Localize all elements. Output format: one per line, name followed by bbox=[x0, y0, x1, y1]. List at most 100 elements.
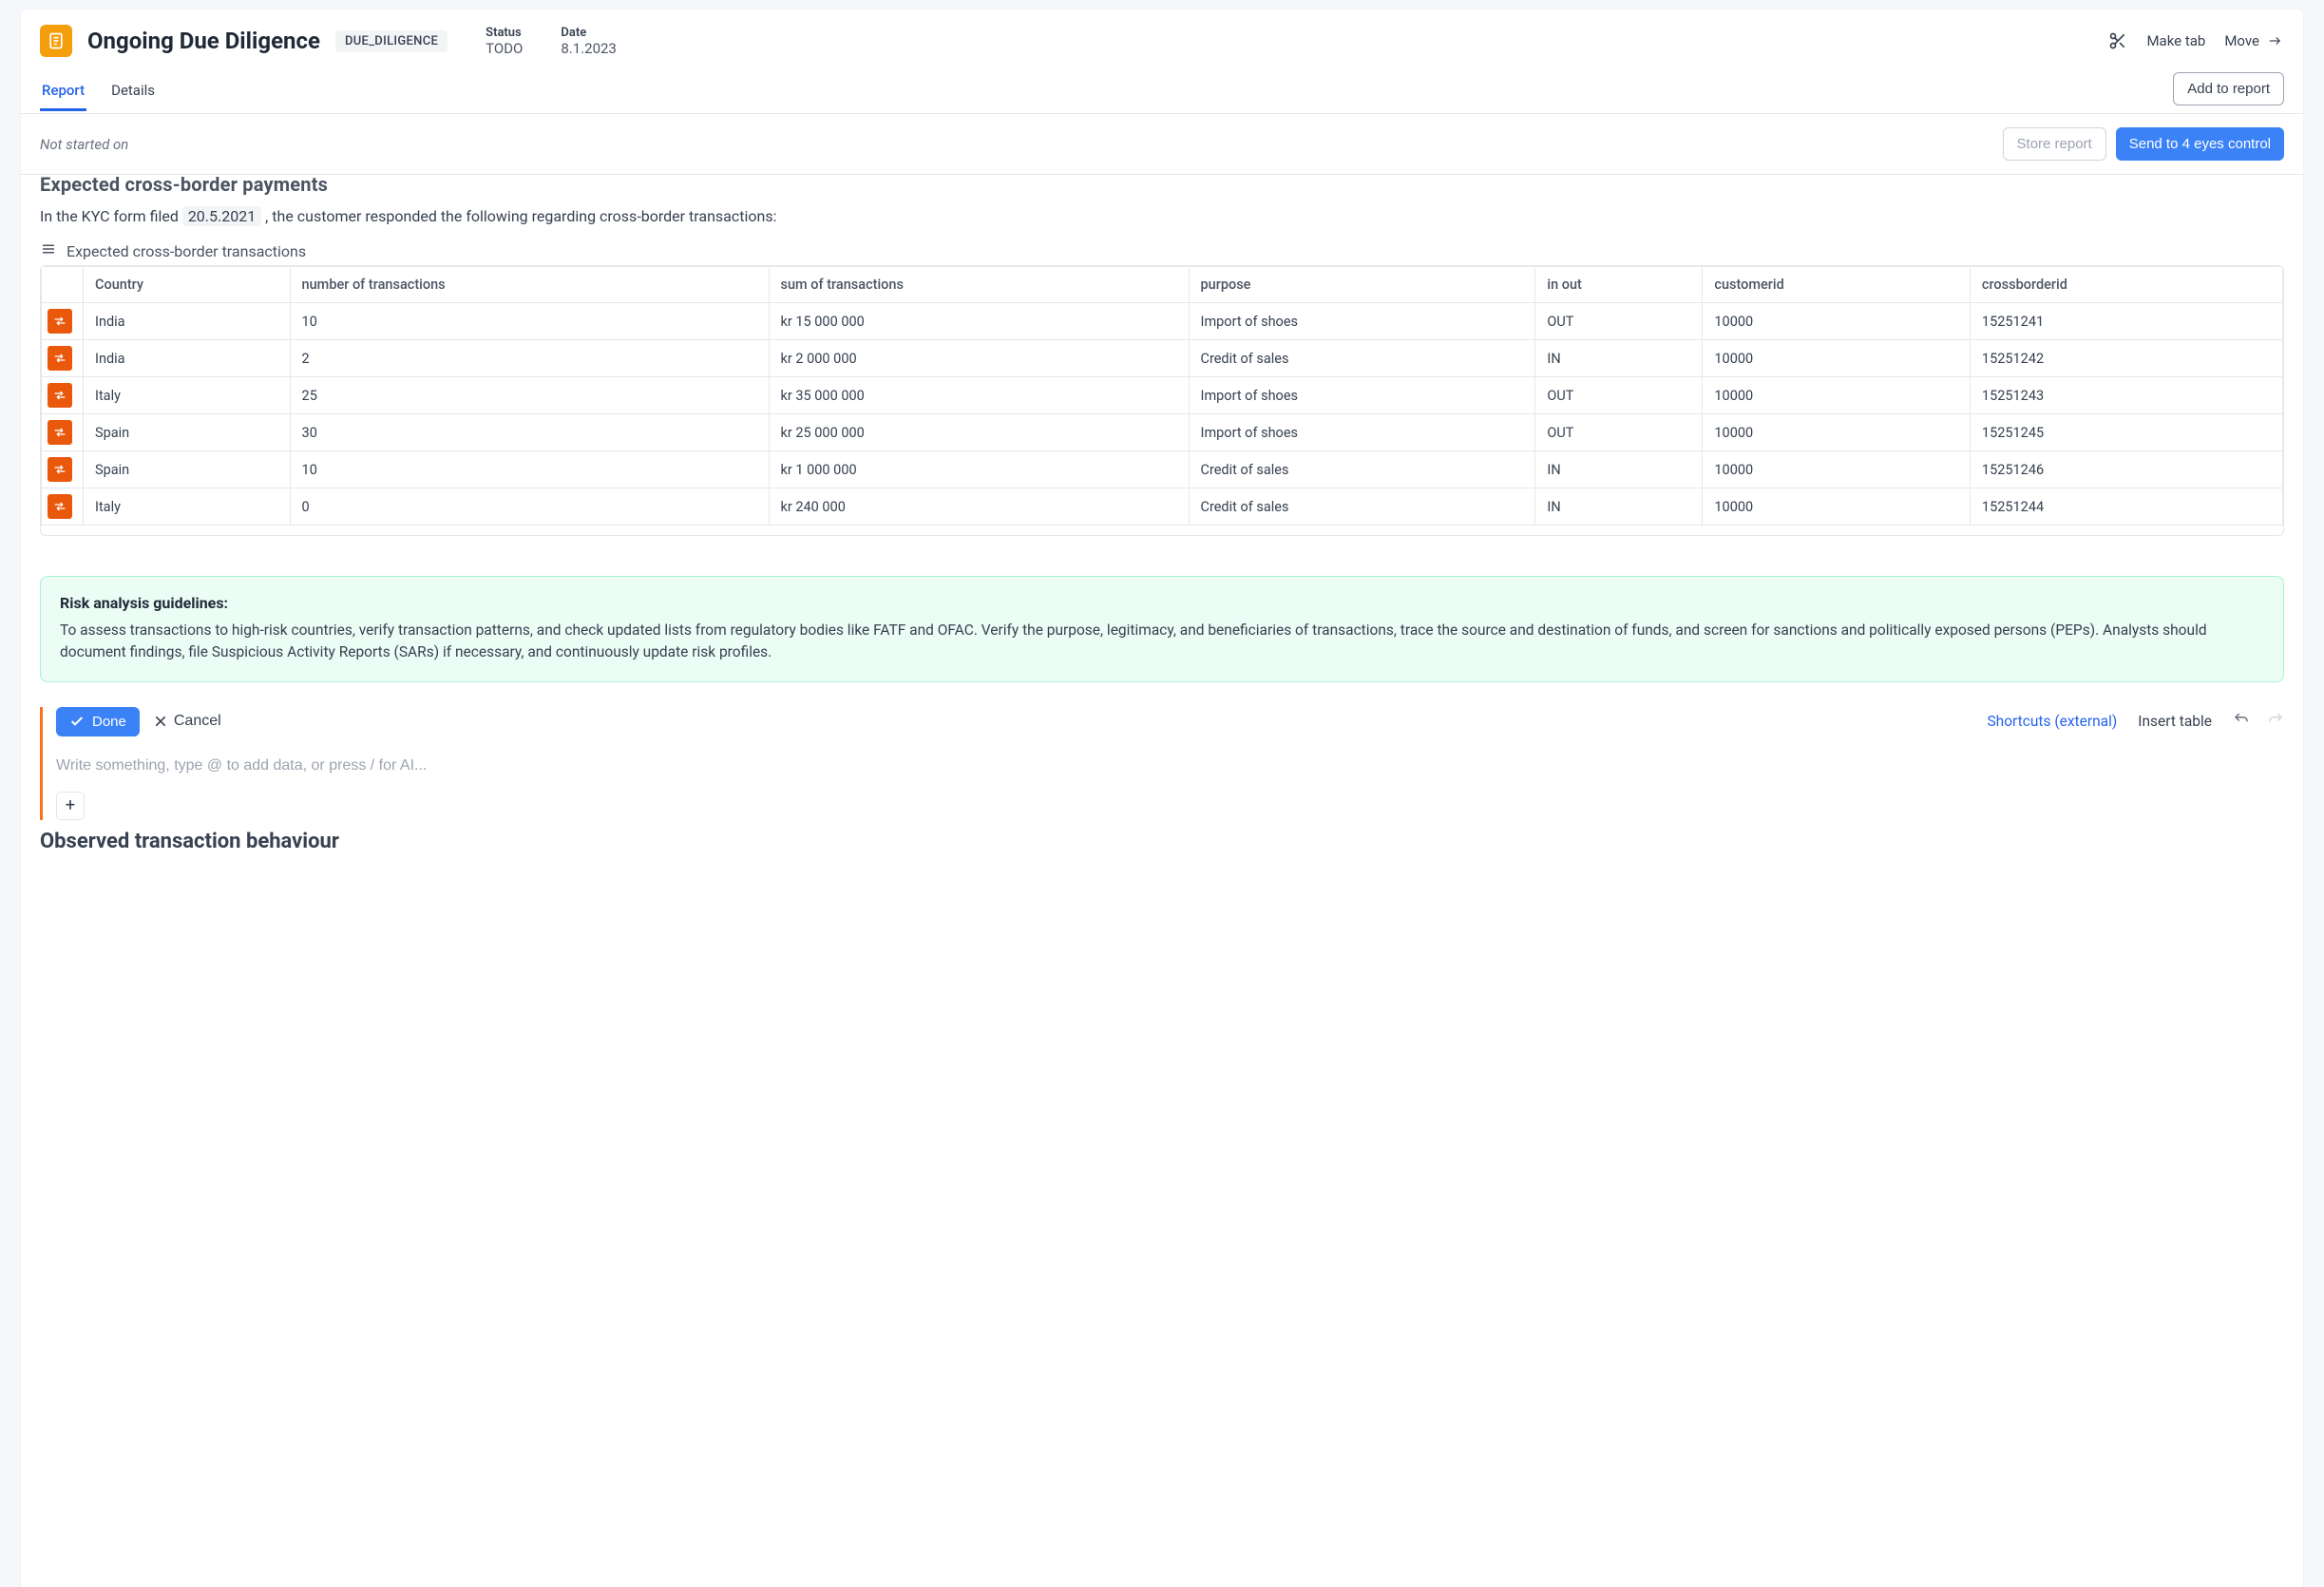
insert-table-button[interactable]: Insert table bbox=[2138, 713, 2212, 730]
cell-inout: IN bbox=[1535, 340, 1703, 377]
row-icon-cell bbox=[42, 340, 84, 377]
send-to-4-eyes-button[interactable]: Send to 4 eyes control bbox=[2116, 127, 2284, 161]
tab-report[interactable]: Report bbox=[40, 74, 86, 111]
status-label: Status bbox=[486, 26, 523, 40]
cell-num: 2 bbox=[290, 340, 769, 377]
row-icon-cell bbox=[42, 377, 84, 414]
table-row: Italy0kr 240 000Credit of salesIN1000015… bbox=[42, 488, 2283, 526]
cell-customerid: 10000 bbox=[1703, 340, 1971, 377]
row-icon-cell bbox=[42, 451, 84, 488]
cross-border-table: Country number of transactions sum of tr… bbox=[40, 265, 2284, 536]
th-crossborderid: crossborderid bbox=[1970, 267, 2282, 303]
date-label: Date bbox=[561, 26, 617, 40]
table-handle-icon[interactable] bbox=[40, 240, 57, 261]
cell-purpose: Credit of sales bbox=[1189, 340, 1535, 377]
cell-sum: kr 25 000 000 bbox=[769, 414, 1189, 451]
transfer-icon bbox=[48, 494, 72, 519]
cell-inout: IN bbox=[1535, 488, 1703, 526]
th-country: Country bbox=[84, 267, 291, 303]
table-row: Spain30kr 25 000 000Import of shoesOUT10… bbox=[42, 414, 2283, 451]
cell-inout: IN bbox=[1535, 451, 1703, 488]
row-icon-cell bbox=[42, 488, 84, 526]
editor-block: Done Cancel Shortcuts (external) Insert … bbox=[40, 707, 2284, 820]
th-in-out: in out bbox=[1535, 267, 1703, 303]
move-button[interactable]: Move bbox=[2224, 32, 2284, 49]
cell-crossborderid: 15251243 bbox=[1970, 377, 2282, 414]
cell-purpose: Import of shoes bbox=[1189, 377, 1535, 414]
guidelines-body: To assess transactions to high-risk coun… bbox=[60, 620, 2264, 664]
kyc-date-chip: 20.5.2021 bbox=[182, 206, 261, 226]
cell-sum: kr 1 000 000 bbox=[769, 451, 1189, 488]
date-value: 8.1.2023 bbox=[561, 40, 617, 57]
store-report-button[interactable]: Store report bbox=[2003, 127, 2106, 161]
cell-crossborderid: 15251242 bbox=[1970, 340, 2282, 377]
risk-guidelines-box: Risk analysis guidelines: To assess tran… bbox=[40, 576, 2284, 682]
section-heading-cross-border: Expected cross-border payments bbox=[40, 173, 2284, 196]
add-block-button[interactable]: + bbox=[56, 792, 85, 820]
transfer-icon bbox=[48, 420, 72, 445]
cell-inout: OUT bbox=[1535, 303, 1703, 340]
transfer-icon bbox=[48, 457, 72, 482]
cell-num: 10 bbox=[290, 451, 769, 488]
cell-inout: OUT bbox=[1535, 414, 1703, 451]
cell-country: Spain bbox=[84, 414, 291, 451]
table-caption: Expected cross-border transactions bbox=[67, 242, 306, 260]
th-purpose: purpose bbox=[1189, 267, 1535, 303]
cell-customerid: 10000 bbox=[1703, 303, 1971, 340]
th-customerid: customerid bbox=[1703, 267, 1971, 303]
cell-customerid: 10000 bbox=[1703, 451, 1971, 488]
cell-sum: kr 240 000 bbox=[769, 488, 1189, 526]
make-tab-button[interactable]: Make tab bbox=[2146, 32, 2205, 49]
table-row: Spain10kr 1 000 000Credit of salesIN1000… bbox=[42, 451, 2283, 488]
undo-icon[interactable] bbox=[2233, 711, 2250, 732]
cell-sum: kr 35 000 000 bbox=[769, 377, 1189, 414]
table-row: India10kr 15 000 000Import of shoesOUT10… bbox=[42, 303, 2283, 340]
cell-country: India bbox=[84, 303, 291, 340]
cell-country: Spain bbox=[84, 451, 291, 488]
cell-num: 0 bbox=[290, 488, 769, 526]
cell-sum: kr 15 000 000 bbox=[769, 303, 1189, 340]
document-icon bbox=[40, 25, 72, 57]
cell-purpose: Import of shoes bbox=[1189, 414, 1535, 451]
cell-crossborderid: 15251246 bbox=[1970, 451, 2282, 488]
row-icon-cell bbox=[42, 303, 84, 340]
not-started-text: Not started on bbox=[40, 136, 128, 153]
kyc-suffix: , the customer responded the following r… bbox=[261, 207, 776, 225]
cell-customerid: 10000 bbox=[1703, 377, 1971, 414]
kyc-intro-text: In the KYC form filed 20.5.2021 , the cu… bbox=[40, 207, 2284, 225]
done-label: Done bbox=[92, 714, 126, 730]
page-title: Ongoing Due Diligence bbox=[87, 28, 320, 54]
cell-crossborderid: 15251245 bbox=[1970, 414, 2282, 451]
cell-num: 30 bbox=[290, 414, 769, 451]
cancel-label: Cancel bbox=[174, 713, 221, 730]
type-tag: DUE_DILIGENCE bbox=[335, 30, 448, 52]
cancel-button[interactable]: Cancel bbox=[153, 713, 221, 730]
cell-purpose: Import of shoes bbox=[1189, 303, 1535, 340]
cell-country: Italy bbox=[84, 377, 291, 414]
cell-customerid: 10000 bbox=[1703, 488, 1971, 526]
cell-sum: kr 2 000 000 bbox=[769, 340, 1189, 377]
move-label: Move bbox=[2224, 32, 2259, 49]
cell-inout: OUT bbox=[1535, 377, 1703, 414]
redo-icon[interactable] bbox=[2267, 711, 2284, 732]
cell-num: 10 bbox=[290, 303, 769, 340]
row-icon-cell bbox=[42, 414, 84, 451]
cell-num: 25 bbox=[290, 377, 769, 414]
editor-input[interactable] bbox=[56, 757, 2284, 774]
th-num-transactions: number of transactions bbox=[290, 267, 769, 303]
table-corner bbox=[42, 267, 84, 303]
table-row: Italy25kr 35 000 000Import of shoesOUT10… bbox=[42, 377, 2283, 414]
transfer-icon bbox=[48, 346, 72, 371]
status-value: TODO bbox=[486, 40, 523, 57]
scissors-icon[interactable] bbox=[2108, 31, 2127, 50]
guidelines-title: Risk analysis guidelines: bbox=[60, 594, 2264, 612]
shortcuts-link[interactable]: Shortcuts (external) bbox=[1987, 713, 2117, 730]
add-to-report-button[interactable]: Add to report bbox=[2173, 72, 2284, 105]
table-row: India2kr 2 000 000Credit of salesIN10000… bbox=[42, 340, 2283, 377]
tab-details[interactable]: Details bbox=[109, 74, 157, 111]
cell-country: Italy bbox=[84, 488, 291, 526]
cell-crossborderid: 15251244 bbox=[1970, 488, 2282, 526]
cell-country: India bbox=[84, 340, 291, 377]
cell-purpose: Credit of sales bbox=[1189, 488, 1535, 526]
done-button[interactable]: Done bbox=[56, 707, 140, 736]
